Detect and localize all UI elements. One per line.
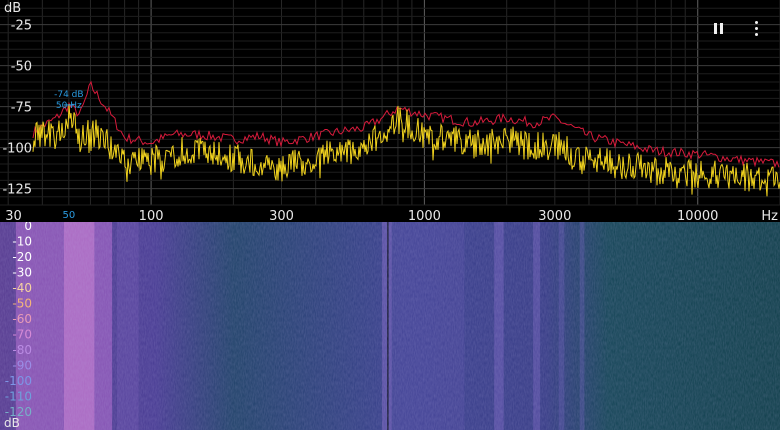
- x-tick-label: 1000: [408, 209, 441, 222]
- pause-button[interactable]: [708, 18, 728, 38]
- spectrogram-db-tick: 0: [24, 222, 32, 233]
- spectrogram-db-tick: -90: [12, 359, 32, 373]
- y-tick-label: -100: [2, 142, 32, 157]
- spectrogram-db-tick: -110: [5, 390, 32, 404]
- y-tick-label: -25: [11, 19, 32, 34]
- y-tick-label: -50: [11, 60, 32, 75]
- spectrogram-db-tick: -10: [12, 235, 32, 249]
- pause-icon: [713, 22, 723, 34]
- more-options-button[interactable]: [746, 18, 766, 38]
- peak-db-label: -74 dB: [54, 90, 83, 100]
- spectrogram-db-tick: -20: [12, 250, 32, 264]
- spectrogram-db-unit: dB: [4, 416, 20, 430]
- x-tick-label: 100: [139, 209, 164, 222]
- y-tick-label: -75: [11, 101, 32, 116]
- x-tick-label: 300: [269, 209, 294, 222]
- live-spectrum-line: [32, 103, 780, 197]
- x-tick-label: 10000: [677, 209, 718, 222]
- y-unit-label: dB: [4, 1, 21, 16]
- spectrogram-db-tick: -60: [12, 312, 32, 326]
- spectrogram-db-tick: -40: [12, 281, 32, 295]
- spectrogram-db-tick: -50: [12, 297, 32, 311]
- spectrogram-db-tick: -100: [5, 374, 32, 388]
- spectrogram-db-tick: -70: [12, 328, 32, 342]
- y-tick-label: -125: [2, 183, 32, 198]
- spectrum-plot[interactable]: -74 dB50 HzdB-25-50-75-100-12530 100 300 10…: [0, 0, 780, 222]
- x-unit-label: Hz: [761, 209, 778, 222]
- spectrogram-db-tick: -80: [12, 343, 32, 357]
- x-tick-label: 30: [5, 209, 22, 222]
- x-tick-label: 3000: [538, 209, 571, 222]
- analyzer-app: -74 dB 50 Hz dB -25 -50 -75 -100 -125 30 100 300 10…: [0, 0, 780, 430]
- peak-hz-label: 50 Hz: [56, 101, 82, 111]
- more-vertical-icon: [754, 20, 758, 36]
- toolbar: [708, 18, 766, 38]
- x-marker-label: 50: [62, 210, 75, 221]
- spectrogram-db-tick: -30: [12, 266, 32, 280]
- spectrogram-plot[interactable]: 0-10-20-30-40-50-60-70-80-90-100-110-120…: [0, 222, 780, 430]
